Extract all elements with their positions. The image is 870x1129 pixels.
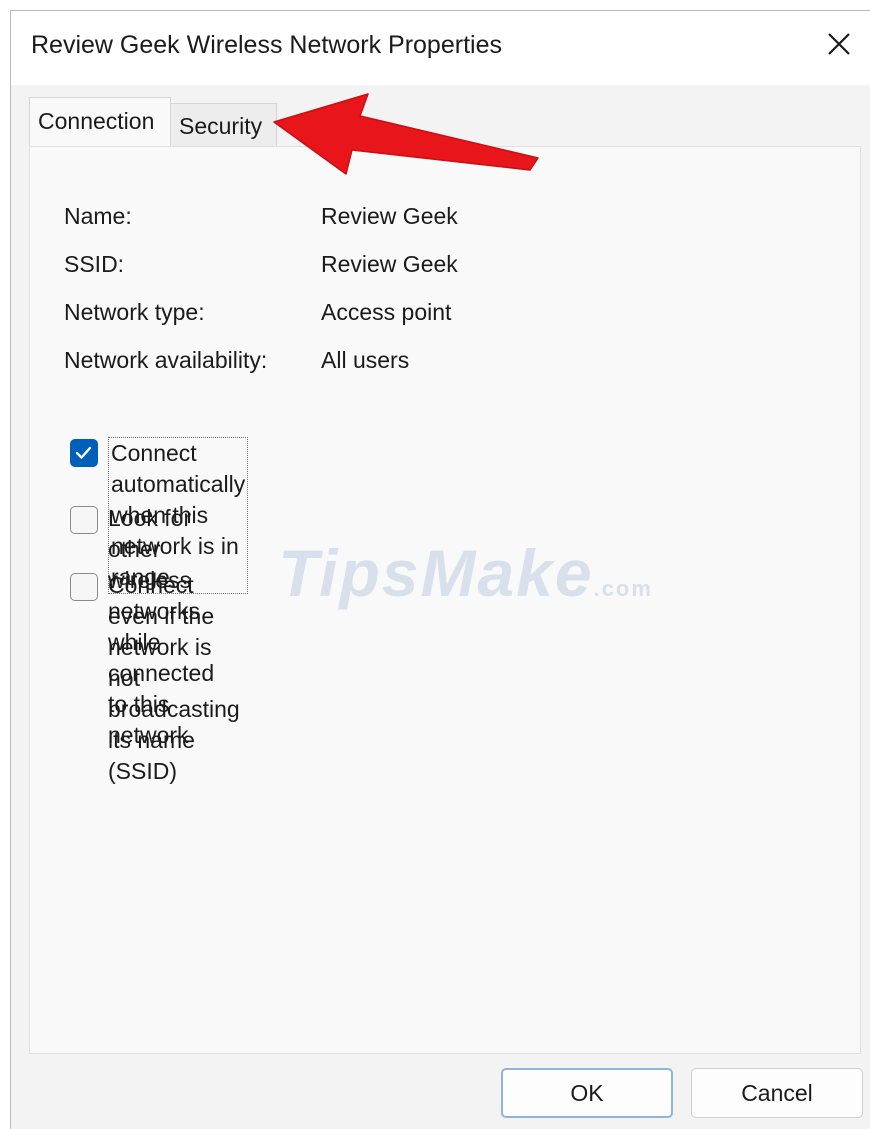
close-icon bbox=[828, 33, 850, 55]
tab-connection[interactable]: Connection bbox=[29, 97, 171, 147]
window-title: Review Geek Wireless Network Properties bbox=[31, 31, 502, 59]
properties-dialog: Review Geek Wireless Network Properties … bbox=[10, 10, 870, 1129]
label-line: (SSID) bbox=[108, 758, 177, 784]
property-value: Review Geek bbox=[321, 251, 458, 277]
connection-tab-panel: Name: Review Geek SSID: Review Geek Netw… bbox=[29, 146, 861, 1054]
property-label: Network availability: bbox=[64, 347, 268, 373]
property-value: All users bbox=[321, 347, 410, 373]
connect-automatically-checkbox[interactable] bbox=[70, 439, 98, 467]
connect-if-not-broadcasting-label[interactable]: Connect even if the network is not broad… bbox=[108, 570, 240, 787]
property-value: Review Geek bbox=[321, 203, 458, 229]
tab-security[interactable]: Security bbox=[171, 103, 277, 147]
property-label: Name: bbox=[64, 203, 132, 229]
connect-if-not-broadcasting-checkbox[interactable] bbox=[70, 573, 98, 601]
title-bar: Review Geek Wireless Network Properties bbox=[11, 11, 870, 85]
ok-button[interactable]: OK bbox=[501, 1068, 673, 1118]
property-label: Network type: bbox=[64, 299, 205, 325]
checkmark-icon bbox=[75, 446, 92, 459]
label-line: Connect even if the network is not broad… bbox=[108, 572, 240, 753]
close-button[interactable] bbox=[816, 21, 862, 67]
property-label: SSID: bbox=[64, 251, 125, 277]
property-value: Access point bbox=[321, 299, 452, 325]
cancel-button[interactable]: Cancel bbox=[691, 1068, 863, 1118]
look-for-other-networks-checkbox[interactable] bbox=[70, 506, 98, 534]
